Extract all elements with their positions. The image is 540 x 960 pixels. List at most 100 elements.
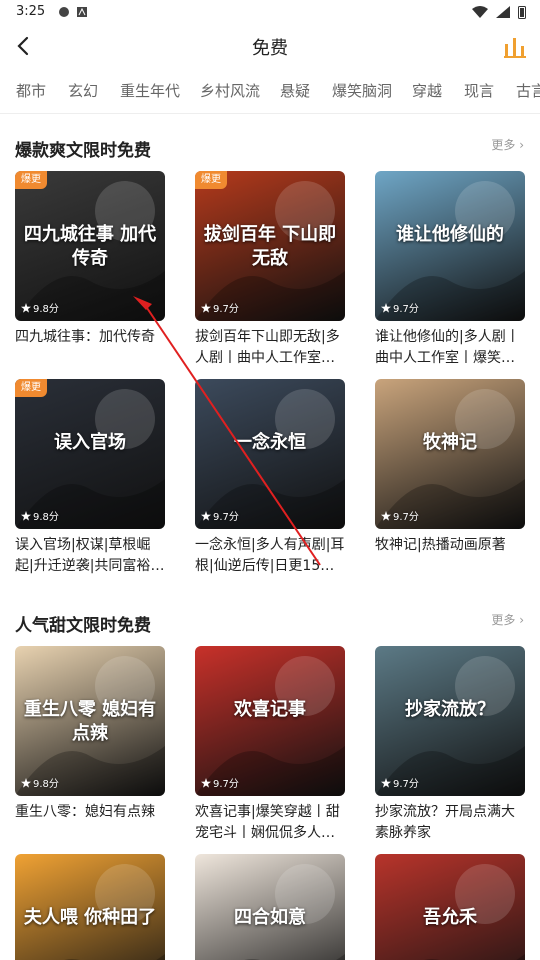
book-card[interactable]: 夫人喂 你种田了 [15, 854, 165, 960]
tab-chongsheng[interactable]: 重生年代 [120, 80, 180, 101]
cover-title-text: 吾允禾 [423, 907, 477, 928]
rating: 9.8分 [21, 508, 59, 523]
book-cover[interactable]: 吾允禾 [375, 854, 525, 960]
star-icon [201, 303, 211, 313]
cover-title-text: 四合如意 [234, 907, 306, 928]
book-title: 重生八零：媳妇有点辣 [15, 804, 155, 820]
cover-title-text: 夫人喂 你种田了 [23, 907, 157, 928]
book-card[interactable]: 吾允禾 [375, 854, 525, 960]
hot-update-badge: 爆更 [195, 171, 227, 189]
book-card[interactable]: 一念永恒 9.7分一念永恒|多人有声剧|耳根|仙逆后传|日更15集|... [195, 379, 345, 577]
app-notification-icon [77, 7, 87, 17]
book-cover[interactable]: 拔剑百年 下山即无敌 爆更 9.7分 [195, 171, 345, 321]
hot-update-badge: 爆更 [15, 379, 47, 397]
book-card[interactable]: 牧神记 9.7分牧神记|热播动画原著 [375, 379, 525, 556]
rating: 9.7分 [381, 508, 419, 523]
cover-title-text: 重生八零 媳妇有点辣 [23, 699, 157, 744]
book-cover[interactable]: 重生八零 媳妇有点辣 9.8分 [15, 646, 165, 796]
rating-value: 9.7分 [213, 779, 239, 790]
star-icon [381, 303, 391, 313]
rating-value: 9.7分 [393, 304, 419, 315]
tab-xuanyi[interactable]: 悬疑 [280, 80, 310, 101]
book-title: 牧神记|热播动画原著 [375, 537, 506, 553]
book-card[interactable]: 谁让他修仙的 9.7分谁让他修仙的|多人剧丨曲中人工作室丨爆笑修... [375, 171, 525, 369]
hot-update-badge: 爆更 [15, 171, 47, 189]
book-cover[interactable]: 误入官场 爆更 9.8分 [15, 379, 165, 529]
book-title: 谁让他修仙的|多人剧丨曲中人工作室丨爆笑修... [375, 329, 520, 366]
rating: 9.7分 [381, 775, 419, 790]
book-cover[interactable]: 一念永恒 9.7分 [195, 379, 345, 529]
notification-icon [59, 7, 69, 17]
rating-value: 9.7分 [393, 779, 419, 790]
rating-value: 9.8分 [33, 304, 59, 315]
book-cover[interactable]: 抄家流放？ 9.7分 [375, 646, 525, 796]
tab-guyan[interactable]: 古言 [516, 80, 540, 101]
section-title: 爆款爽文限时免费 [15, 141, 151, 161]
section-title: 人气甜文限时免费 [15, 616, 151, 636]
rating: 9.8分 [21, 775, 59, 790]
book-card[interactable]: 拔剑百年 下山即无敌 爆更 9.7分拔剑百年下山即无敌|多人剧丨曲中人工作室丨... [195, 171, 345, 369]
status-icons [472, 5, 526, 19]
rating-value: 9.7分 [213, 304, 239, 315]
star-icon [21, 303, 31, 313]
ranking-icon[interactable] [502, 32, 528, 60]
star-icon [21, 778, 31, 788]
cover-title-text: 四九城往事 加代传奇 [23, 224, 157, 269]
tab-xiangcun[interactable]: 乡村风流 [200, 80, 260, 101]
cover-title-text: 抄家流放？ [405, 699, 495, 720]
rating: 9.8分 [21, 300, 59, 315]
book-cover[interactable]: 四合如意 [195, 854, 345, 960]
rating-value: 9.7分 [213, 512, 239, 523]
cover-title-text: 误入官场 [54, 432, 126, 453]
book-card[interactable]: 抄家流放？ 9.7分抄家流放？开局点满大素脉养家 [375, 646, 525, 844]
book-title: 抄家流放？开局点满大素脉养家 [375, 804, 515, 841]
rating: 9.7分 [201, 775, 239, 790]
book-title: 一念永恒|多人有声剧|耳根|仙逆后传|日更15集|... [195, 537, 345, 574]
star-icon [381, 511, 391, 521]
rating: 9.7分 [381, 300, 419, 315]
status-bar: 3:25 [0, 0, 540, 26]
book-card[interactable]: 重生八零 媳妇有点辣 9.8分重生八零：媳妇有点辣 [15, 646, 165, 823]
star-icon [201, 511, 211, 521]
star-icon [381, 778, 391, 788]
cover-title-text: 牧神记 [423, 432, 477, 453]
book-card[interactable]: 误入官场 爆更 9.8分误入官场|权谋|草根崛起|升迁逆袭|共同富裕|单... [15, 379, 165, 577]
book-card[interactable]: 四合如意 [195, 854, 345, 960]
tab-xianyan[interactable]: 现言 [464, 80, 494, 101]
rating-value: 9.8分 [33, 512, 59, 523]
top-bar: 免费 [0, 26, 540, 66]
tab-xuanhuan[interactable]: 玄幻 [68, 80, 98, 101]
star-icon [201, 778, 211, 788]
book-title: 拔剑百年下山即无敌|多人剧丨曲中人工作室丨... [195, 329, 340, 366]
signal-icon [496, 6, 510, 18]
tab-dushi[interactable]: 都市 [16, 80, 46, 101]
book-title: 四九城往事：加代传奇 [15, 329, 155, 345]
star-icon [21, 511, 31, 521]
book-cover[interactable]: 夫人喂 你种田了 [15, 854, 165, 960]
tab-baoxiao[interactable]: 爆笑脑洞 [332, 80, 392, 101]
rating-value: 9.7分 [393, 512, 419, 523]
rating-value: 9.8分 [33, 779, 59, 790]
book-title: 误入官场|权谋|草根崛起|升迁逆袭|共同富裕|单... [15, 537, 156, 574]
book-cover[interactable]: 谁让他修仙的 9.7分 [375, 171, 525, 321]
cover-title-text: 谁让他修仙的 [396, 224, 504, 245]
rating: 9.7分 [201, 300, 239, 315]
cover-title-text: 拔剑百年 下山即无敌 [203, 224, 337, 269]
book-card[interactable]: 欢喜记事 9.7分欢喜记事|爆笑穿越丨甜宠宅斗丨娴侃侃多人有... [195, 646, 345, 844]
book-cover[interactable]: 四九城往事 加代传奇 爆更 9.8分 [15, 171, 165, 321]
status-time: 3:25 [16, 4, 46, 19]
more-link[interactable]: 更多 › [491, 136, 524, 153]
rating: 9.7分 [201, 508, 239, 523]
battery-icon [518, 6, 526, 19]
category-tabs: 都市 玄幻 重生年代 乡村风流 悬疑 爆笑脑洞 穿越 现言 古言 [0, 70, 540, 114]
page-title: 免费 [252, 38, 288, 59]
book-card[interactable]: 四九城往事 加代传奇 爆更 9.8分四九城往事：加代传奇 [15, 171, 165, 348]
book-title: 欢喜记事|爆笑穿越丨甜宠宅斗丨娴侃侃多人有... [195, 804, 340, 841]
book-cover[interactable]: 牧神记 9.7分 [375, 379, 525, 529]
book-cover[interactable]: 欢喜记事 9.7分 [195, 646, 345, 796]
tab-chuanyue[interactable]: 穿越 [412, 80, 442, 101]
cover-title-text: 一念永恒 [234, 432, 306, 453]
cover-title-text: 欢喜记事 [234, 699, 306, 720]
more-link[interactable]: 更多 › [491, 611, 524, 628]
wifi-icon [472, 6, 488, 18]
